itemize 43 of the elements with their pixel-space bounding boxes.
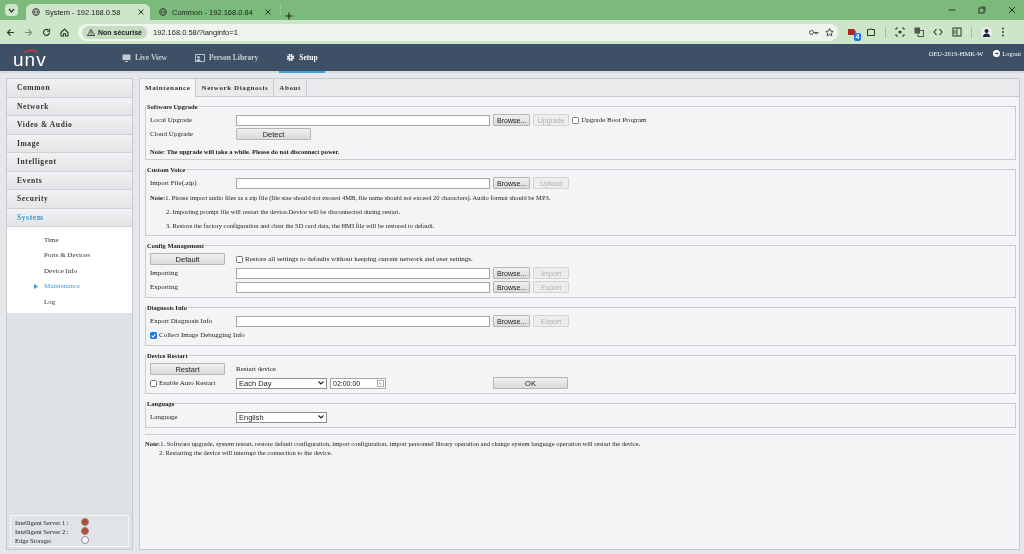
logo-arc-icon <box>23 49 39 53</box>
globe-icon <box>159 8 167 16</box>
sidebar-icon[interactable] <box>952 27 962 37</box>
chevron-down-icon <box>8 7 15 13</box>
restore-icon[interactable] <box>978 6 986 14</box>
home-icon[interactable] <box>60 27 69 37</box>
back-icon[interactable] <box>6 27 15 37</box>
checkbox[interactable] <box>150 331 157 339</box>
pointer-icon <box>34 283 38 289</box>
translate-icon[interactable] <box>914 27 924 37</box>
chevron-down-icon <box>318 415 324 419</box>
logout-icon <box>993 49 1001 57</box>
picker-icon <box>377 379 384 387</box>
globe-icon <box>32 8 40 16</box>
gear-icon <box>286 53 296 62</box>
input-field[interactable] <box>236 114 490 126</box>
reload-icon[interactable] <box>42 27 51 37</box>
person-card-icon <box>194 53 205 62</box>
key-icon[interactable] <box>809 28 819 36</box>
checkbox[interactable] <box>150 379 157 387</box>
input-field[interactable] <box>236 315 490 327</box>
checkbox[interactable] <box>236 255 243 263</box>
plus-icon[interactable] <box>285 12 293 20</box>
monitor-icon <box>122 53 131 62</box>
checkbox[interactable] <box>572 116 580 124</box>
forward-icon[interactable] <box>24 27 33 37</box>
close-icon[interactable] <box>1008 6 1016 14</box>
input-field[interactable] <box>236 281 490 293</box>
screenshot-icon[interactable] <box>895 27 905 37</box>
avatar-icon[interactable] <box>981 26 992 38</box>
close-icon[interactable] <box>138 9 144 15</box>
menu-icon[interactable] <box>1001 27 1005 37</box>
star-icon[interactable] <box>825 27 834 37</box>
code-icon[interactable] <box>933 27 943 37</box>
warning-icon <box>87 28 95 36</box>
close-icon[interactable] <box>265 9 271 15</box>
logo: unv <box>13 54 47 66</box>
chevron-down-icon <box>318 381 324 385</box>
tab-list-button[interactable] <box>5 4 18 16</box>
input-field[interactable] <box>236 177 490 189</box>
check-icon <box>151 332 156 338</box>
input-field[interactable] <box>236 267 490 279</box>
extension-icon[interactable] <box>847 27 857 37</box>
